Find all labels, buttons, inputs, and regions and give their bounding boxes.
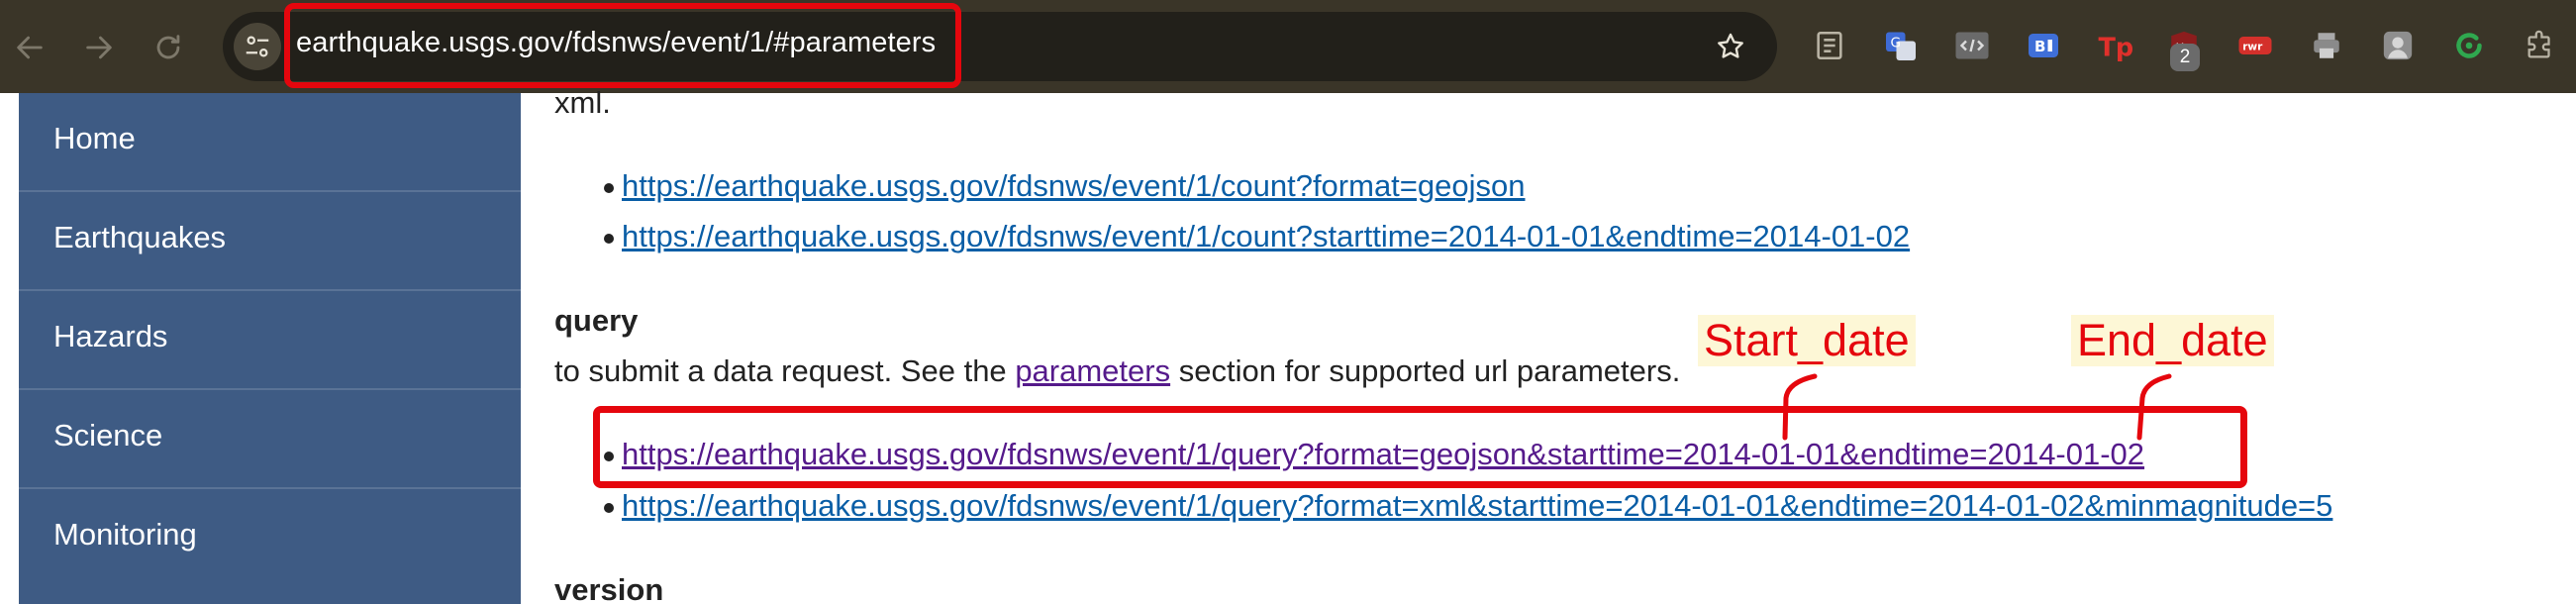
- forward-icon: [86, 36, 112, 59]
- sidebar-item-label: Earthquakes: [53, 220, 227, 254]
- extensions-menu-button[interactable]: [2521, 26, 2560, 65]
- query-xml-link[interactable]: https://earthquake.usgs.gov/fdsnws/event…: [622, 488, 2332, 524]
- reader-mode-icon: [1817, 31, 1842, 60]
- svg-text:Tp: Tp: [2099, 34, 2133, 63]
- refresh-extension-icon: [2456, 33, 2482, 58]
- code-view-icon: [1955, 32, 1989, 59]
- sidebar-item-science[interactable]: Science: [19, 390, 521, 489]
- bookmark-star-icon: [1718, 33, 1743, 58]
- query-desc-text: section for supported url parameters.: [1178, 353, 1681, 388]
- parameters-link[interactable]: parameters: [1015, 353, 1170, 388]
- refresh-extension[interactable]: [2449, 26, 2489, 65]
- extension-badge: 2: [2170, 44, 2200, 71]
- reload-button[interactable]: [147, 26, 190, 69]
- query-desc-text: to submit a data request. See the: [554, 353, 1007, 388]
- tp-extension[interactable]: Tp: [2095, 26, 2134, 65]
- browser-toolbar: earthquake.usgs.gov/fdsnws/event/1/#para…: [0, 0, 2576, 93]
- rwr-extension[interactable]: rwr: [2235, 26, 2275, 65]
- print-extension[interactable]: [2307, 26, 2346, 65]
- avatar-extension-icon: [2383, 31, 2413, 60]
- site-info-icon: [246, 36, 269, 57]
- end-date-label: End_date: [2071, 315, 2274, 366]
- sidebar-item-monitoring[interactable]: Monitoring: [19, 489, 521, 588]
- query-link-annotation-box: [593, 406, 2247, 488]
- list-bullet: [604, 503, 614, 513]
- url-annotation-box: [284, 3, 961, 88]
- site-info-button[interactable]: [234, 23, 281, 70]
- sidebar-item-home[interactable]: Home: [19, 93, 521, 192]
- sidebar-item-earthquakes[interactable]: Earthquakes: [19, 192, 521, 291]
- list-bullet: [604, 183, 614, 193]
- count-date-range-link[interactable]: https://earthquake.usgs.gov/fdsnws/event…: [622, 219, 1910, 254]
- sidebar-item-hazards[interactable]: Hazards: [19, 291, 521, 390]
- query-heading: query: [554, 303, 639, 338]
- bi-extension-icon: B: [2029, 34, 2058, 57]
- avatar-extension[interactable]: [2378, 26, 2418, 65]
- reader-mode-button[interactable]: [1810, 26, 1849, 65]
- translate-extension[interactable]: G: [1881, 26, 1921, 65]
- version-heading: version: [554, 572, 664, 604]
- svg-text:B: B: [2034, 38, 2045, 55]
- sidebar-nav: Home Earthquakes Hazards Science Monitor…: [19, 93, 521, 604]
- sidebar-item-label: Monitoring: [53, 517, 197, 552]
- printer-icon: [2314, 33, 2339, 58]
- back-icon: [17, 36, 43, 59]
- translate-icon: G: [1886, 32, 1916, 60]
- rwr-extension-icon: rwr: [2238, 37, 2272, 54]
- list-bullet: [604, 234, 614, 244]
- sidebar-item-label: Science: [53, 418, 163, 453]
- reload-icon: [156, 35, 180, 59]
- extensions-puzzle-icon: [2527, 30, 2550, 58]
- tp-extension-icon: Tp: [2099, 34, 2133, 63]
- count-geojson-link[interactable]: https://earthquake.usgs.gov/fdsnws/event…: [622, 168, 1526, 204]
- code-view-extension[interactable]: [1952, 26, 1992, 65]
- back-button[interactable]: [8, 26, 51, 69]
- svg-text:rwr: rwr: [2242, 42, 2263, 53]
- sidebar-item-label: Home: [53, 121, 136, 155]
- svg-text:G: G: [1891, 36, 1901, 51]
- forward-button[interactable]: [77, 26, 121, 69]
- query-description: to submit a data request. See the parame…: [554, 353, 1680, 389]
- text-fragment: xml.: [554, 85, 611, 120]
- sidebar-item-label: Hazards: [53, 319, 168, 353]
- bi-extension[interactable]: B: [2024, 26, 2063, 65]
- start-date-label: Start_date: [1698, 315, 1916, 366]
- bookmark-button[interactable]: [1709, 25, 1752, 68]
